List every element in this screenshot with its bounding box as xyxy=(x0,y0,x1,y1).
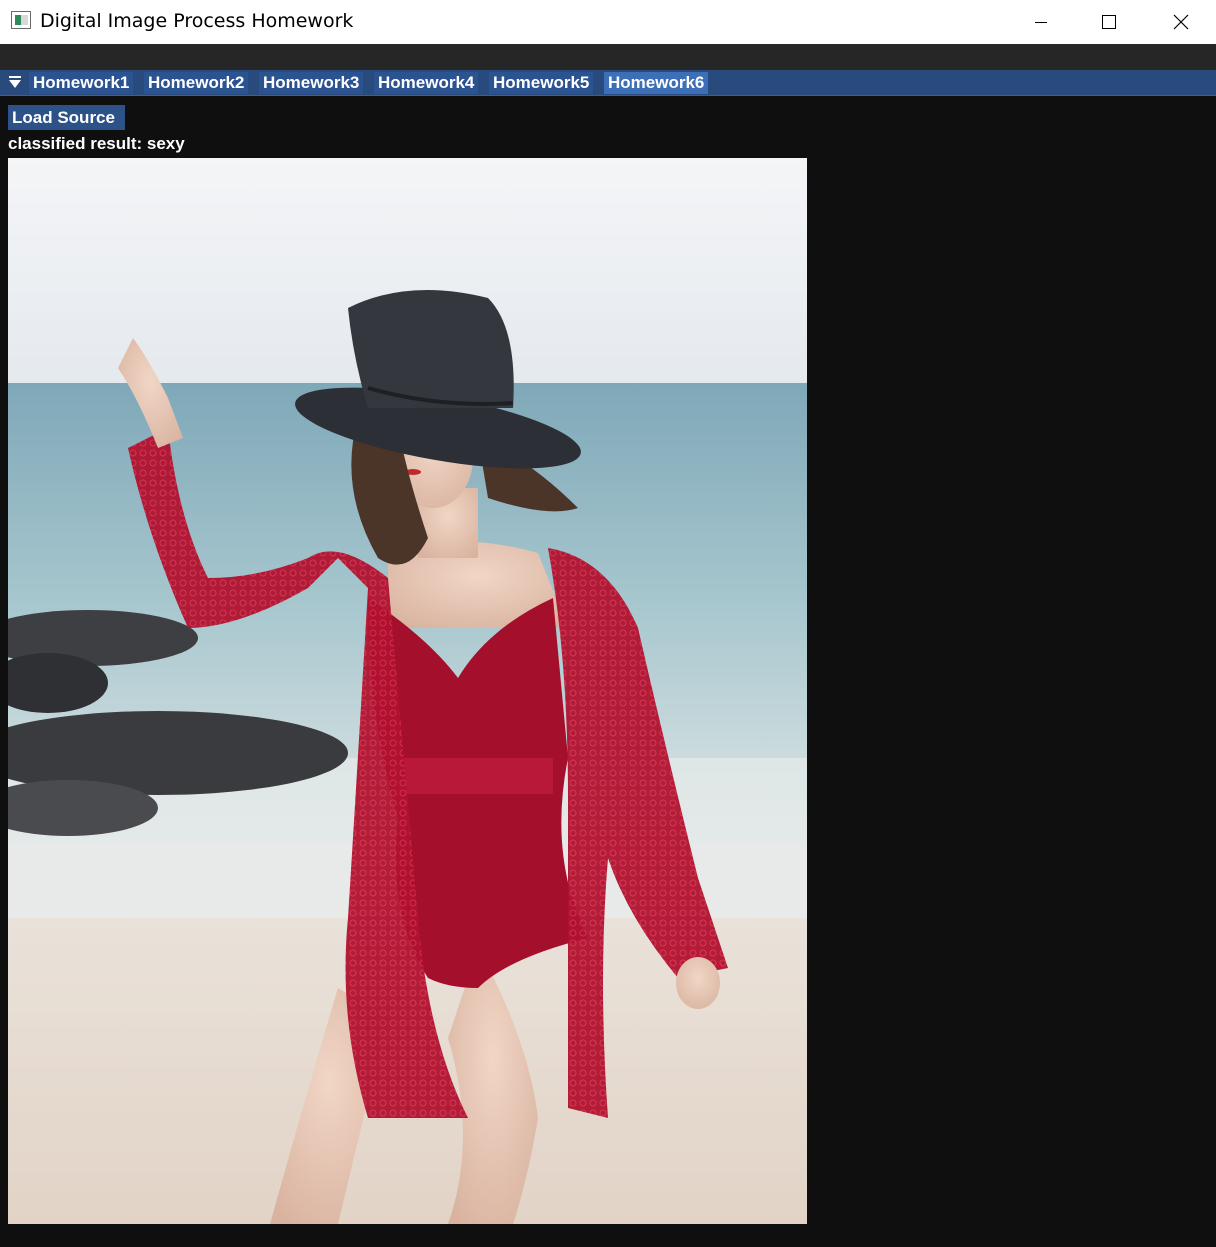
classified-result-text: classified result: sexy xyxy=(8,134,185,153)
maximize-button[interactable] xyxy=(1074,0,1144,44)
app-window: Digital Image Process Homework Homework1… xyxy=(0,0,1216,1247)
tab-homework5[interactable]: Homework5 xyxy=(489,72,594,94)
source-image xyxy=(8,158,807,1224)
load-source-button[interactable]: Load Source xyxy=(8,105,125,130)
window-title: Digital Image Process Homework xyxy=(40,10,354,32)
homework-tab-bar: Homework1 Homework2 Homework3 Homework4 … xyxy=(0,70,1216,96)
close-icon xyxy=(1173,14,1189,30)
tab-homework3[interactable]: Homework3 xyxy=(259,72,364,94)
triangle-down-icon[interactable] xyxy=(8,75,22,91)
tab-homework1[interactable]: Homework1 xyxy=(29,72,134,94)
close-button[interactable] xyxy=(1146,0,1216,44)
maximize-icon xyxy=(1102,15,1116,29)
image-app-icon xyxy=(11,11,31,29)
title-bar[interactable]: Digital Image Process Homework xyxy=(0,0,1216,44)
minimize-icon xyxy=(1035,22,1047,23)
menu-bar xyxy=(0,44,1216,70)
tab-homework6[interactable]: Homework6 xyxy=(604,72,709,94)
tab-homework4[interactable]: Homework4 xyxy=(374,72,479,94)
minimize-button[interactable] xyxy=(1006,0,1076,44)
tab-homework2[interactable]: Homework2 xyxy=(144,72,249,94)
